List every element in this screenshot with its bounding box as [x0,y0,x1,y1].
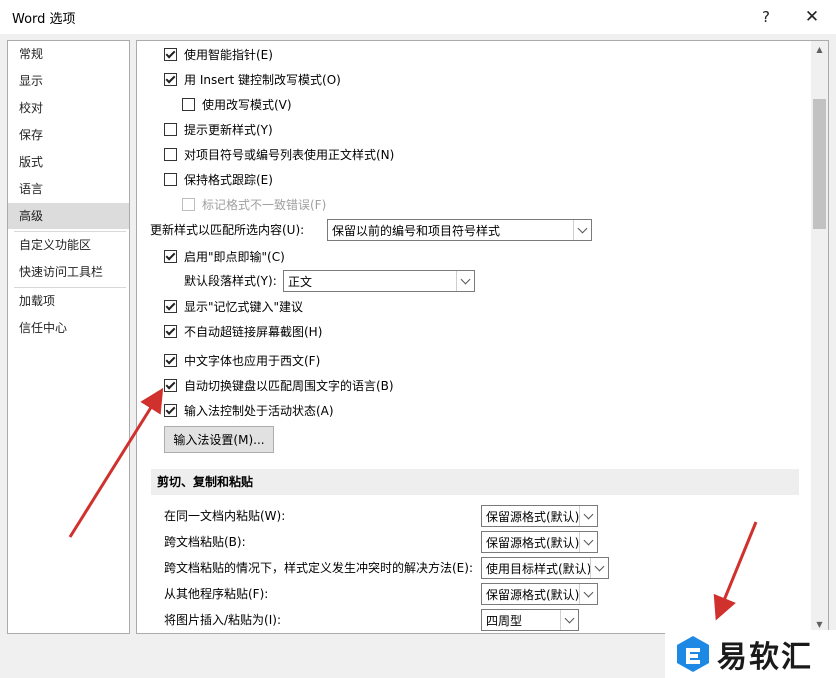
sidebar-item-save[interactable]: 保存 [8,122,129,148]
sidebar-item-trust-center[interactable]: 信任中心 [8,315,129,341]
option-auto-keyboard-switch[interactable]: 自动切换键盘以匹配周围文字的语言(B) [164,375,394,395]
checkbox-disabled [182,197,195,211]
section-header-cut-copy-paste: 剪切、复制和粘贴 [151,469,799,495]
sidebar-item-quick-access-toolbar[interactable]: 快速访问工具栏 [8,259,129,285]
checkbox-unchecked[interactable] [164,147,177,161]
dropdown-value: 保留以前的编号和项目符号样式 [332,223,501,238]
option-prompt-update-style[interactable]: 提示更新样式(Y) [164,119,273,139]
option-label: 保持格式跟踪(E) [184,172,273,187]
dropdown-value: 保留源格式(默认) [486,535,580,550]
dropdown-value: 四周型 [486,613,523,628]
chevron-down-icon[interactable] [579,584,597,604]
option-no-auto-hyperlink[interactable]: 不自动超链接屏幕截图(H) [164,321,322,341]
option-label: 不自动超链接屏幕截图(H) [184,324,323,339]
option-cn-font-western[interactable]: 中文字体也应用于西文(F) [164,350,320,370]
sidebar-item-customize-ribbon[interactable]: 自定义功能区 [8,232,129,258]
dropdown-value: 正文 [288,274,313,289]
paste-style-conflict-label: 跨文档粘贴的情况下，样式定义发生冲突时的解决方法(E): [164,561,473,575]
option-label: 输入法控制处于活动状态(A) [184,403,334,418]
paste-between-documents-label: 跨文档粘贴(B): [164,535,246,549]
option-label: 显示"记忆式键入"建议 [184,299,304,314]
checkbox-checked[interactable] [164,72,177,86]
update-style-label: 更新样式以匹配所选内容(U): [150,223,305,237]
dropdown-value: 使用目标样式(默认) [486,561,592,576]
option-normal-style-bullets[interactable]: 对项目符号或编号列表使用正文样式(N) [164,144,394,164]
option-label: 使用智能指针(E) [184,47,273,62]
dropdown-value: 保留源格式(默认) [486,509,580,524]
checkbox-checked[interactable] [164,324,177,338]
option-label: 标记格式不一致错误(F) [202,197,327,212]
paste-within-document-dropdown[interactable]: 保留源格式(默认) [481,505,598,527]
option-label: 自动切换键盘以匹配周围文字的语言(B) [184,378,394,393]
chevron-down-icon[interactable] [579,506,597,526]
sidebar-item-typography[interactable]: 版式 [8,149,129,175]
window-title: Word 选项 [12,12,76,27]
paste-within-document-label: 在同一文档内粘贴(W): [164,509,286,523]
checkbox-checked[interactable] [164,47,177,61]
insert-paste-pictures-label: 将图片插入/粘贴为(I): [164,613,281,627]
sidebar-item-proofing[interactable]: 校对 [8,95,129,121]
checkbox-unchecked[interactable] [182,97,195,111]
update-style-dropdown[interactable]: 保留以前的编号和项目符号样式 [327,219,592,241]
options-panel: 使用智能指针(E) 用 Insert 键控制改写模式(O) 使用改写模式(V) … [136,40,829,634]
chevron-down-icon[interactable] [579,532,597,552]
option-label: 中文字体也应用于西文(F) [184,353,321,368]
sidebar-item-general[interactable]: 常规 [8,41,129,67]
option-ime-control[interactable]: 输入法控制处于活动状态(A) [164,400,334,420]
title-bar: Word 选项 ? ✕ [0,0,836,34]
sidebar-item-language[interactable]: 语言 [8,176,129,202]
checkbox-checked[interactable] [164,249,177,263]
checkbox-unchecked[interactable] [164,172,177,186]
option-use-overtype[interactable]: 使用改写模式(V) [182,94,292,114]
watermark: 易软汇 [665,630,836,678]
option-label: 启用"即点即输"(C) [184,249,285,264]
option-click-and-type[interactable]: 启用"即点即输"(C) [164,246,285,266]
watermark-text: 易软汇 [717,640,813,675]
sidebar-item-advanced[interactable]: 高级 [8,203,129,229]
checkbox-unchecked[interactable] [164,122,177,136]
option-label: 提示更新样式(Y) [184,122,273,137]
paste-from-other-programs-label: 从其他程序粘贴(F): [164,587,269,601]
scroll-up-icon[interactable]: ▲ [811,41,828,58]
paste-style-conflict-dropdown[interactable]: 使用目标样式(默认) [481,557,609,579]
chevron-down-icon[interactable] [573,220,591,240]
ime-settings-button[interactable]: 输入法设置(M)... [164,426,274,453]
default-paragraph-style-dropdown[interactable]: 正文 [283,270,475,292]
chevron-down-icon[interactable] [560,610,578,630]
chevron-down-icon[interactable] [590,558,608,578]
default-paragraph-style-label: 默认段落样式(Y): [184,274,277,288]
chevron-down-icon[interactable] [456,271,474,291]
insert-paste-pictures-dropdown[interactable]: 四周型 [481,609,579,631]
option-label: 使用改写模式(V) [202,97,292,112]
checkbox-checked[interactable] [164,353,177,367]
checkbox-checked[interactable] [164,378,177,392]
paste-from-other-programs-dropdown[interactable]: 保留源格式(默认) [481,583,598,605]
option-label: 用 Insert 键控制改写模式(O) [184,72,341,87]
option-insert-key-overtype[interactable]: 用 Insert 键控制改写模式(O) [164,69,341,89]
sidebar-item-display[interactable]: 显示 [8,68,129,94]
option-autocomplete[interactable]: 显示"记忆式键入"建议 [164,296,303,316]
close-button[interactable]: ✕ [792,4,832,30]
checkbox-checked[interactable] [164,299,177,313]
option-smart-pointer[interactable]: 使用智能指针(E) [164,44,273,64]
option-keep-format-tracking[interactable]: 保持格式跟踪(E) [164,169,273,189]
sidebar: 常规 显示 校对 保存 版式 语言 高级 自定义功能区 快速访问工具栏 加载项 … [7,40,130,634]
dropdown-value: 保留源格式(默认) [486,587,580,602]
option-label: 对项目符号或编号列表使用正文样式(N) [184,147,395,162]
vertical-scrollbar[interactable]: ▲ ▼ [811,41,828,633]
option-mark-inconsistencies: 标记格式不一致错误(F) [182,194,326,214]
scroll-thumb[interactable] [813,99,826,229]
help-button[interactable]: ? [746,4,786,30]
sidebar-item-addins[interactable]: 加载项 [8,288,129,314]
logo-icon [677,636,709,672]
checkbox-checked[interactable] [164,403,177,417]
paste-between-documents-dropdown[interactable]: 保留源格式(默认) [481,531,598,553]
